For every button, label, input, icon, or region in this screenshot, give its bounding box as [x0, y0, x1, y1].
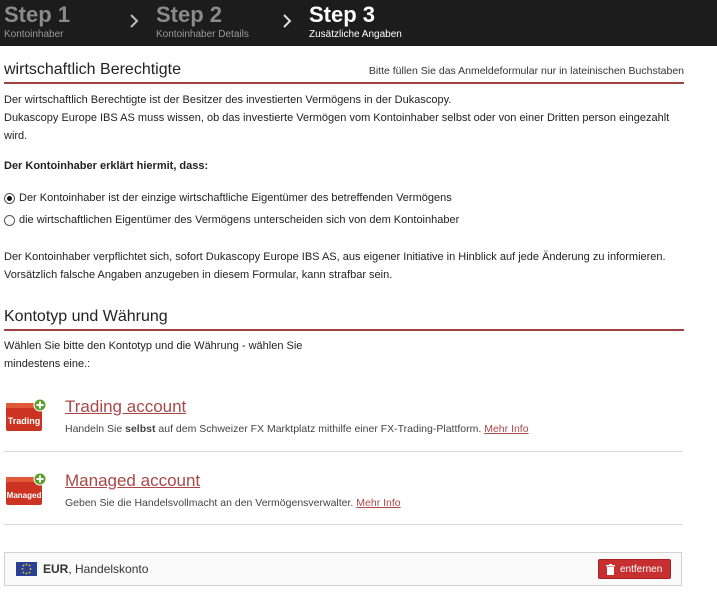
radio-button-checked[interactable] [4, 192, 15, 204]
radio-sole-owner[interactable]: Der Kontoinhaber ist der einzige wirtsch… [4, 190, 452, 206]
account-type-section-title: Kontotyp und Währung [4, 308, 168, 325]
beneficiary-intro-line: Dukascopy Europe IBS AS muss wissen, ob … [4, 112, 670, 124]
account-type-intro-line: mindestens eine.: [4, 358, 91, 370]
step-1-number: Step 1 [4, 2, 71, 27]
eu-flag-icon [16, 562, 37, 576]
beneficiary-intro-line: wird. [4, 130, 28, 142]
account-type-intro-line: Wählen Sie bitte den Kontotyp und die Wä… [4, 340, 303, 352]
trading-more-info-link[interactable]: Mehr Info [484, 423, 528, 435]
beneficiary-section-title: wirtschaftlich Berechtigte [4, 61, 181, 78]
step-3-number: Step 3 [309, 2, 376, 27]
radio-button[interactable] [4, 214, 15, 226]
currency-label: EUR, Handelskonto [43, 562, 148, 576]
trash-icon [606, 564, 615, 575]
currency-code: EUR [43, 562, 69, 576]
account-type-section-header: Kontotyp und Währung [4, 303, 684, 331]
managed-account-description: Geben Sie die Handelsvollmacht an den Ve… [65, 497, 401, 509]
managed-account-link[interactable]: Managed account [65, 471, 200, 491]
declaration-heading: Der Kontoinhaber erklärt hiermit, dass: [4, 160, 209, 172]
divider [4, 451, 682, 452]
remove-button-label: entfernen [620, 564, 663, 575]
managed-account-icon[interactable]: Managed [5, 472, 47, 506]
latin-letters-note: Bitte füllen Sie das Anmeldeformular nur… [368, 65, 684, 77]
step-1-label: Kontoinhaber [4, 29, 64, 40]
currency-row: EUR, Handelskonto entfernen [4, 552, 682, 586]
currency-account-type: , Handelskonto [68, 562, 149, 576]
trading-account-description: Handeln Sie selbst auf dem Schweizer FX … [65, 423, 529, 435]
trading-desc-bold: selbst [125, 423, 156, 435]
trading-account-icon[interactable]: Trading [5, 398, 47, 432]
radio-different-owner[interactable]: die wirtschaftlichen Eigentümer des Verm… [4, 212, 459, 228]
step-2-number: Step 2 [156, 2, 223, 27]
trading-icon-label: Trading [8, 416, 41, 426]
remove-button[interactable]: entfernen [598, 559, 671, 579]
radio-different-owner-label: die wirtschaftlichen Eigentümer des Verm… [19, 214, 460, 226]
managed-desc-pre: Geben Sie die Handelsvollmacht an den Ve… [65, 497, 357, 509]
step-indicator: Step 1 Kontoinhaber Step 2 Kontoinhaber … [0, 0, 717, 46]
step-2-label: Kontoinhaber Details [156, 29, 249, 40]
step-3-label: Zusätzliche Angaben [309, 29, 402, 40]
obligation-line: Vorsätzlich falsche Angaben anzugeben in… [4, 269, 393, 281]
chevron-right-icon [130, 14, 139, 28]
radio-sole-owner-label: Der Kontoinhaber ist der einzige wirtsch… [19, 192, 452, 204]
beneficiary-intro-line: Der wirtschaftlich Berechtigte ist der B… [4, 94, 452, 106]
beneficiary-intro: Der wirtschaftlich Berechtigte ist der B… [4, 91, 669, 145]
account-type-intro: Wählen Sie bitte den Kontotyp und die Wä… [4, 337, 302, 373]
obligation-text: Der Kontoinhaber verpflichtet sich, sofo… [4, 248, 666, 284]
managed-icon-label: Managed [7, 491, 42, 500]
trading-account-link[interactable]: Trading account [65, 397, 186, 417]
managed-more-info-link[interactable]: Mehr Info [356, 497, 400, 509]
trading-desc-post: auf dem Schweizer FX Marktplatz mithilfe… [155, 423, 485, 435]
trading-desc-pre: Handeln Sie [65, 423, 126, 435]
beneficiary-section-header: wirtschaftlich Berechtigte Bitte füllen … [4, 56, 684, 84]
chevron-right-icon [283, 14, 292, 28]
obligation-line: Der Kontoinhaber verpflichtet sich, sofo… [4, 251, 666, 263]
divider [4, 524, 682, 525]
